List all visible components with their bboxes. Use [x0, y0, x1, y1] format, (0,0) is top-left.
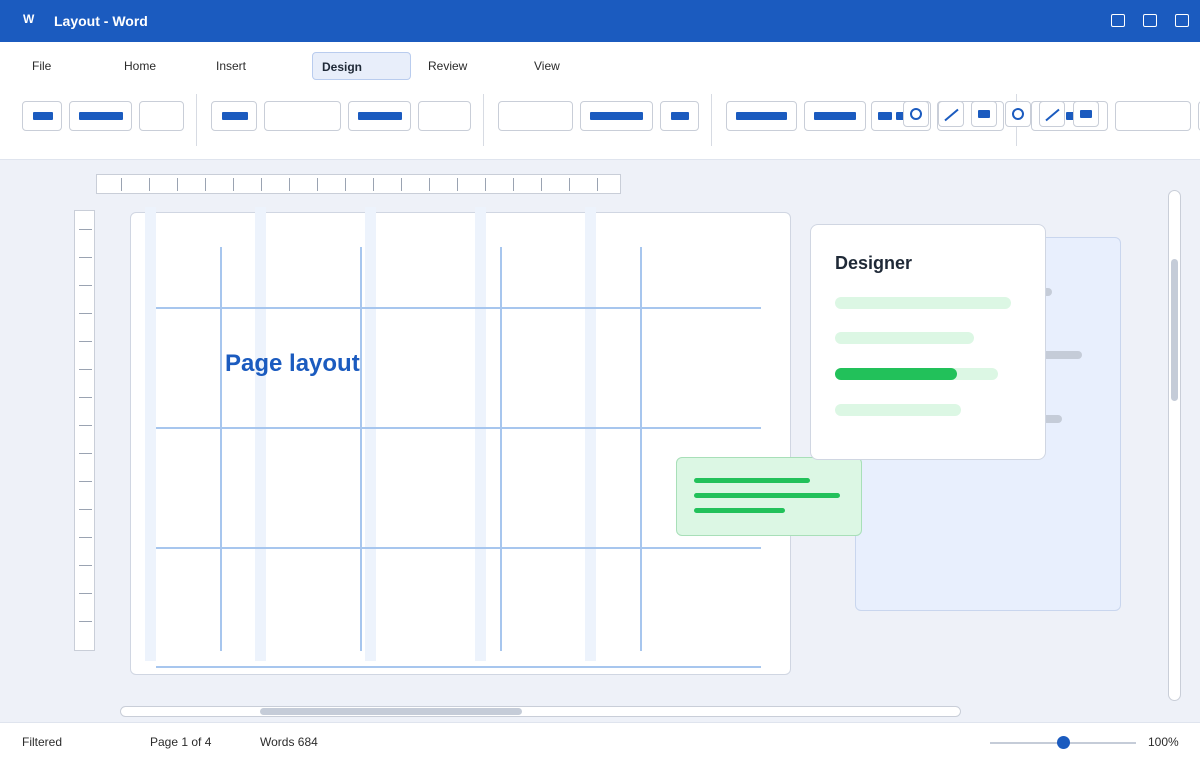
tab-home[interactable]: Home: [124, 52, 156, 80]
ribbon-button[interactable]: [498, 101, 573, 131]
ruler-tick: [149, 178, 150, 191]
floating-note[interactable]: [676, 457, 862, 536]
ruler-tick: [121, 178, 122, 191]
grid-line: [156, 547, 761, 549]
horizontal-scroll-thumb[interactable]: [260, 708, 522, 715]
zoom-level[interactable]: 100%: [1148, 735, 1179, 749]
horizontal-scrollbar[interactable]: [120, 706, 961, 717]
ruler-tick: [79, 257, 92, 258]
ruler-tick: [79, 341, 92, 342]
designer-panel-title: Designer: [835, 253, 913, 273]
design-option[interactable]: [835, 332, 974, 344]
ruler-tick: [569, 178, 570, 191]
ruler-tick: [79, 537, 92, 538]
ruler-tick: [317, 178, 318, 191]
tab-review[interactable]: Review: [428, 52, 467, 80]
ruler-tick: [79, 425, 92, 426]
ruler-tick: [177, 178, 178, 191]
word-count[interactable]: Words 684: [260, 735, 318, 749]
close-button[interactable]: [1175, 14, 1189, 27]
ribbon-button[interactable]: [660, 101, 699, 131]
ruler-tick: [79, 285, 92, 286]
page-heading[interactable]: Page layout: [225, 350, 360, 378]
ribbon-button[interactable]: [264, 101, 341, 131]
column-guide: [365, 207, 376, 661]
ruler-tick: [485, 178, 486, 191]
ruler-tick: [79, 509, 92, 510]
shape-line-icon[interactable]: [1039, 101, 1065, 127]
column-guide: [255, 207, 266, 661]
minimize-button[interactable]: [1111, 14, 1125, 27]
shape-rectangle-icon[interactable]: [1073, 101, 1099, 127]
design-option-selected[interactable]: [835, 368, 998, 380]
shape-circle-icon[interactable]: [1005, 101, 1031, 127]
ruler-tick: [541, 178, 542, 191]
ribbon-button[interactable]: [348, 101, 411, 131]
vertical-scroll-thumb[interactable]: [1171, 259, 1178, 401]
grid-line: [156, 427, 761, 429]
tab-file[interactable]: File: [32, 52, 51, 80]
page-count[interactable]: Page 1 of 4: [150, 735, 211, 749]
document-page[interactable]: [130, 212, 791, 675]
ribbon-button[interactable]: [580, 101, 653, 131]
shape-circle-icon[interactable]: [903, 101, 929, 127]
column-guide: [585, 207, 596, 661]
ruler-tick: [401, 178, 402, 191]
ruler-tick: [233, 178, 234, 191]
shape-rectangle-icon[interactable]: [971, 101, 997, 127]
ribbon: File Home Insert Design Review View: [0, 42, 1200, 160]
filter-status[interactable]: Filtered: [22, 735, 62, 749]
grid-line: [156, 666, 761, 668]
zoom-slider-thumb[interactable]: [1057, 736, 1070, 749]
ribbon-button[interactable]: [69, 101, 132, 131]
ribbon-button[interactable]: [804, 101, 866, 131]
tab-view[interactable]: View: [534, 52, 560, 80]
window-title: Layout - Word: [54, 13, 148, 29]
status-bar: Filtered Page 1 of 4 Words 684 100%: [0, 722, 1200, 760]
ruler-tick: [79, 397, 92, 398]
ruler-tick: [205, 178, 206, 191]
ribbon-button[interactable]: [211, 101, 257, 131]
ribbon-separator: [196, 94, 197, 146]
ruler-tick: [345, 178, 346, 191]
horizontal-ruler[interactable]: [96, 174, 621, 194]
ruler-tick: [79, 313, 92, 314]
ribbon-button[interactable]: [22, 101, 62, 131]
tab-design[interactable]: Design: [312, 52, 411, 80]
ruler-tick: [79, 593, 92, 594]
ruler-tick: [79, 481, 92, 482]
ruler-tick: [513, 178, 514, 191]
ruler-tick: [79, 453, 92, 454]
ruler-tick: [457, 178, 458, 191]
ruler-tick: [289, 178, 290, 191]
ruler-tick: [429, 178, 430, 191]
ruler-tick: [79, 369, 92, 370]
column-guide: [475, 207, 486, 661]
ribbon-separator: [483, 94, 484, 146]
design-option-fill: [835, 368, 957, 380]
shape-line-icon[interactable]: [938, 101, 964, 127]
design-option[interactable]: [835, 404, 961, 416]
title-bar: W Layout - Word: [0, 0, 1200, 42]
grid-line: [156, 307, 761, 309]
ruler-tick: [373, 178, 374, 191]
ribbon-separator: [711, 94, 712, 146]
maximize-button[interactable]: [1143, 14, 1157, 27]
ruler-tick: [79, 565, 92, 566]
ribbon-button[interactable]: [1115, 101, 1191, 131]
ribbon-button[interactable]: [139, 101, 184, 131]
ruler-tick: [79, 229, 92, 230]
tab-insert[interactable]: Insert: [216, 52, 246, 80]
ribbon-button[interactable]: [726, 101, 797, 131]
design-option[interactable]: [835, 297, 1011, 309]
app-logo-icon: W: [23, 12, 35, 26]
vertical-scrollbar[interactable]: [1168, 190, 1181, 701]
designer-panel: Designer: [810, 224, 1046, 460]
column-guide: [145, 207, 156, 661]
vertical-ruler[interactable]: [74, 210, 95, 651]
ribbon-button[interactable]: [418, 101, 471, 131]
ruler-tick: [79, 621, 92, 622]
ruler-tick: [261, 178, 262, 191]
ruler-tick: [597, 178, 598, 191]
